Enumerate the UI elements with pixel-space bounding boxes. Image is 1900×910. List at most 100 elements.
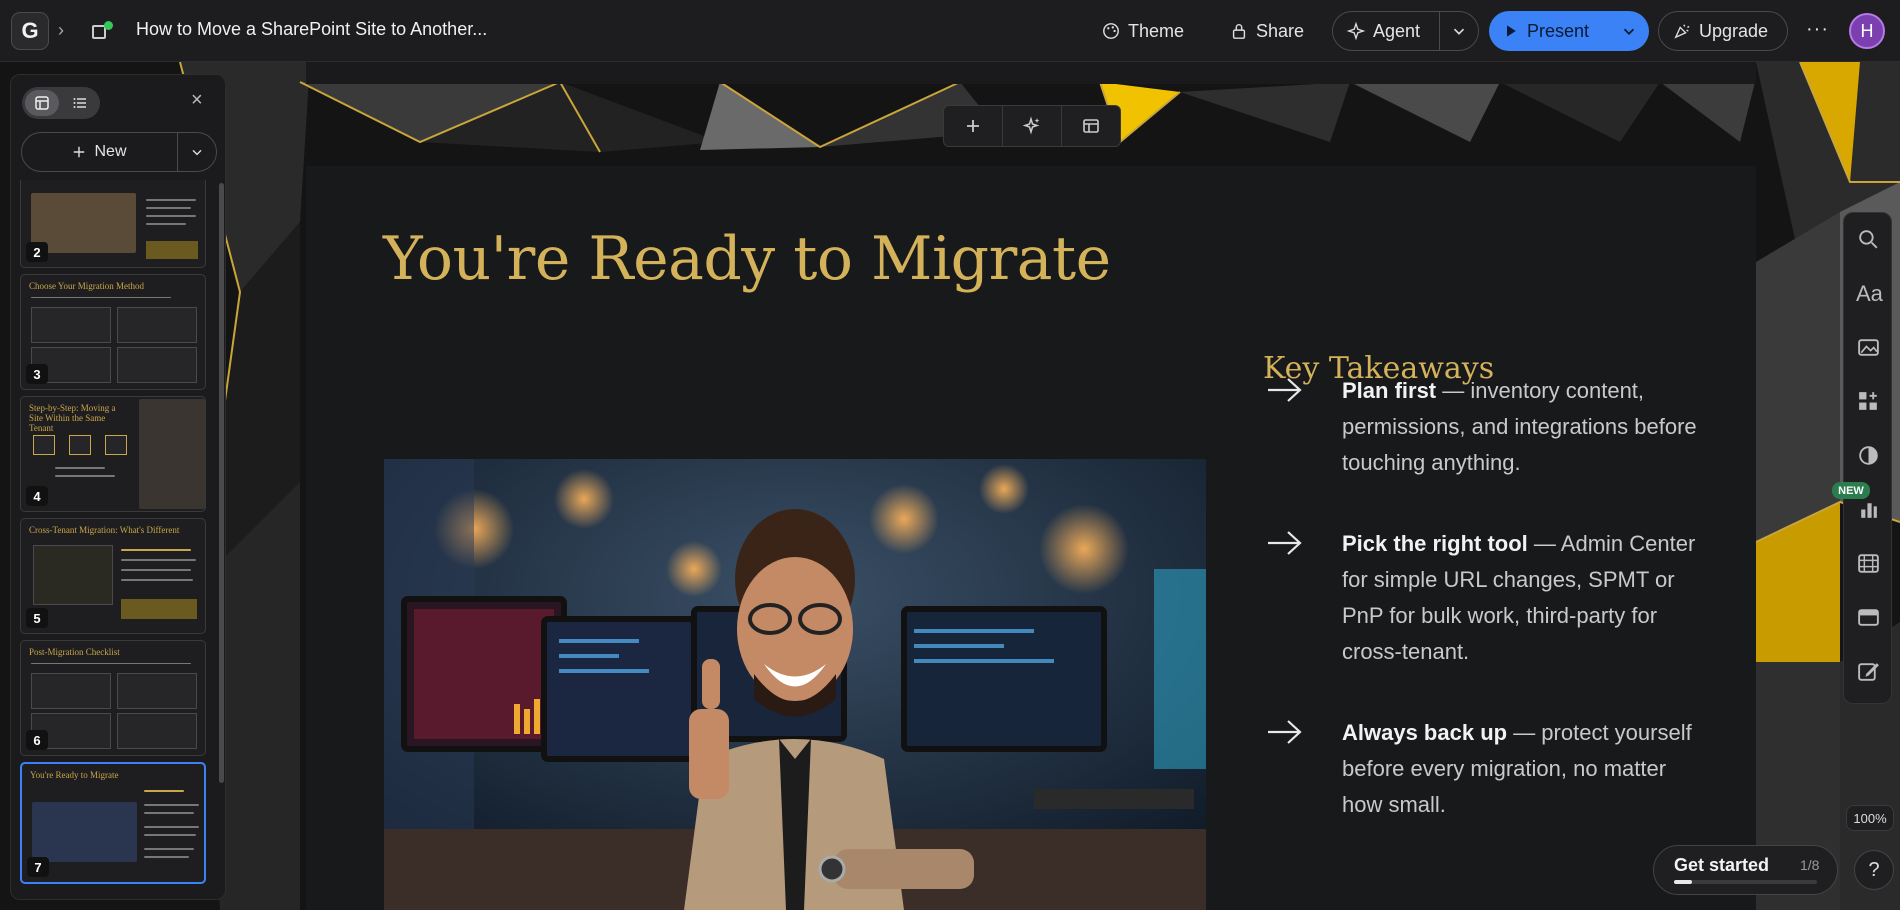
upgrade-label: Upgrade bbox=[1699, 20, 1769, 41]
plus-icon bbox=[74, 146, 85, 158]
chevron-down-icon bbox=[1623, 28, 1635, 35]
slide-thumbnail[interactable]: Step-by-Step: Moving a Site Within the S… bbox=[20, 396, 206, 512]
get-started-count: 1/8 bbox=[1800, 857, 1820, 873]
thumbnail-number: 7 bbox=[27, 857, 49, 877]
takeaway-text: Pick the right tool — Admin Center for s… bbox=[1342, 526, 1702, 670]
illustration bbox=[384, 459, 1206, 910]
slide-thumbnail[interactable]: Cross-Tenant Migration: What's Different… bbox=[20, 518, 206, 634]
slides-panel: × New 2 Choose Your Migration Method 3 S… bbox=[10, 74, 226, 900]
embed-icon[interactable] bbox=[1856, 605, 1881, 630]
thumbnail-number: 5 bbox=[26, 608, 48, 628]
chevron-down-icon bbox=[1453, 28, 1465, 35]
takeaway-text: Always back up — protect yourself before… bbox=[1342, 715, 1702, 823]
app-logo[interactable]: G bbox=[11, 12, 49, 50]
zoom-level[interactable]: 100% bbox=[1846, 805, 1894, 831]
user-avatar[interactable]: H bbox=[1849, 13, 1885, 49]
agent-button-group: Agent bbox=[1332, 11, 1479, 51]
takeaway-item[interactable]: Pick the right tool — Admin Center for s… bbox=[1266, 526, 1706, 676]
slide-title[interactable]: You're Ready to Migrate bbox=[383, 224, 1111, 294]
grid-view-icon bbox=[35, 96, 49, 110]
slide-thumbnail-active[interactable]: You're Ready to Migrate 7 bbox=[20, 762, 206, 884]
upgrade-button[interactable]: Upgrade bbox=[1658, 11, 1788, 51]
slide-thumbnail[interactable]: Choose Your Migration Method 3 bbox=[20, 274, 206, 390]
get-started-widget[interactable]: Get started 1/8 bbox=[1653, 845, 1838, 895]
panel-view-toggle bbox=[22, 87, 100, 119]
takeaway-bold: Always back up bbox=[1342, 720, 1508, 745]
slide-card[interactable]: You're Ready to Migrate Key Takeaways Pl… bbox=[306, 166, 1756, 910]
theme-button[interactable]: Theme bbox=[1090, 12, 1196, 50]
palette-icon bbox=[1103, 23, 1119, 39]
takeaway-bold: Pick the right tool bbox=[1342, 531, 1528, 556]
present-button[interactable]: Present bbox=[1489, 11, 1609, 51]
previous-slide-edge bbox=[306, 62, 1756, 84]
thumbnail-number: 4 bbox=[26, 486, 48, 506]
panel-scrollbar[interactable] bbox=[219, 183, 224, 783]
new-badge: NEW bbox=[1832, 482, 1870, 499]
present-button-group: Present bbox=[1489, 11, 1649, 51]
share-button[interactable]: Share bbox=[1218, 12, 1316, 50]
present-dropdown-button[interactable] bbox=[1609, 11, 1649, 51]
thumbnail-title: Step-by-Step: Moving a Site Within the S… bbox=[29, 403, 116, 433]
thumbnail-number: 3 bbox=[26, 364, 48, 384]
arrow-right-icon bbox=[1268, 720, 1302, 744]
thumbnail-number: 2 bbox=[26, 242, 48, 262]
thumbnail-list: 2 Choose Your Migration Method 3 Step-by… bbox=[20, 180, 210, 899]
plus-icon bbox=[967, 120, 979, 132]
thumb-image bbox=[32, 802, 137, 862]
new-dropdown-button[interactable] bbox=[178, 133, 216, 171]
chart-icon[interactable] bbox=[1856, 497, 1881, 522]
progress-fill bbox=[1674, 880, 1692, 884]
text-style-icon[interactable]: Aa bbox=[1856, 281, 1883, 306]
card-layout-button[interactable] bbox=[1062, 106, 1120, 146]
arrow-right-icon bbox=[1268, 531, 1302, 555]
document-icon[interactable] bbox=[90, 21, 113, 41]
close-panel-button[interactable]: × bbox=[191, 89, 203, 112]
search-icon[interactable] bbox=[1856, 227, 1881, 252]
sparkles-icon bbox=[1022, 116, 1040, 135]
get-started-progress bbox=[1674, 880, 1817, 884]
thumbnail-title: You're Ready to Migrate bbox=[30, 770, 119, 780]
thumbnail-title: Post-Migration Checklist bbox=[29, 647, 120, 657]
play-icon bbox=[1507, 25, 1516, 37]
thumbnail-title: Cross-Tenant Migration: What's Different bbox=[29, 525, 180, 535]
takeaway-item[interactable]: Plan first — inventory content, permissi… bbox=[1266, 373, 1706, 483]
list-view-button[interactable] bbox=[63, 90, 97, 116]
takeaway-item[interactable]: Always back up — protect yourself before… bbox=[1266, 715, 1706, 825]
slide-thumbnail[interactable]: 2 bbox=[20, 180, 206, 268]
agent-label: Agent bbox=[1373, 20, 1421, 41]
present-label: Present bbox=[1527, 20, 1590, 41]
document-title[interactable]: How to Move a SharePoint Site to Another… bbox=[136, 19, 487, 40]
new-card-button-group: New bbox=[21, 132, 217, 172]
breadcrumb-chevron-icon[interactable]: › bbox=[58, 20, 64, 41]
add-card-button[interactable] bbox=[944, 106, 1003, 146]
takeaway-text: Plan first — inventory content, permissi… bbox=[1342, 373, 1702, 481]
thumbnail-view-button[interactable] bbox=[25, 90, 59, 116]
developer-thumbs-up-image[interactable] bbox=[384, 459, 1206, 910]
toggle-icon[interactable] bbox=[1856, 443, 1881, 468]
thumb-image bbox=[139, 399, 205, 509]
theme-label: Theme bbox=[1128, 20, 1185, 41]
add-block-icon[interactable] bbox=[1856, 389, 1881, 414]
slide-toolbar bbox=[943, 105, 1121, 147]
edit-icon[interactable] bbox=[1856, 659, 1881, 684]
ai-edit-button[interactable] bbox=[1003, 106, 1062, 146]
new-label: New bbox=[94, 143, 127, 160]
share-label: Share bbox=[1256, 20, 1305, 41]
lock-icon bbox=[1232, 24, 1246, 39]
new-card-button[interactable]: New bbox=[22, 133, 178, 171]
right-tool-rail: Aa bbox=[1843, 212, 1892, 704]
slide-thumbnail[interactable]: Post-Migration Checklist 6 bbox=[20, 640, 206, 756]
party-popper-icon bbox=[1674, 24, 1690, 39]
chevron-down-icon bbox=[192, 149, 202, 156]
takeaway-bold: Plan first bbox=[1342, 378, 1437, 403]
arrow-right-icon bbox=[1268, 378, 1302, 402]
help-button[interactable]: ? bbox=[1854, 850, 1894, 890]
list-icon bbox=[73, 98, 86, 108]
get-started-label: Get started bbox=[1674, 855, 1770, 875]
image-icon[interactable] bbox=[1856, 335, 1881, 360]
agent-dropdown-button[interactable] bbox=[1440, 12, 1478, 50]
agent-button[interactable]: Agent bbox=[1333, 12, 1440, 50]
more-options-button[interactable]: ··· bbox=[1806, 18, 1829, 41]
video-icon[interactable] bbox=[1856, 551, 1881, 576]
top-bar: G › How to Move a SharePoint Site to Ano… bbox=[0, 0, 1900, 62]
